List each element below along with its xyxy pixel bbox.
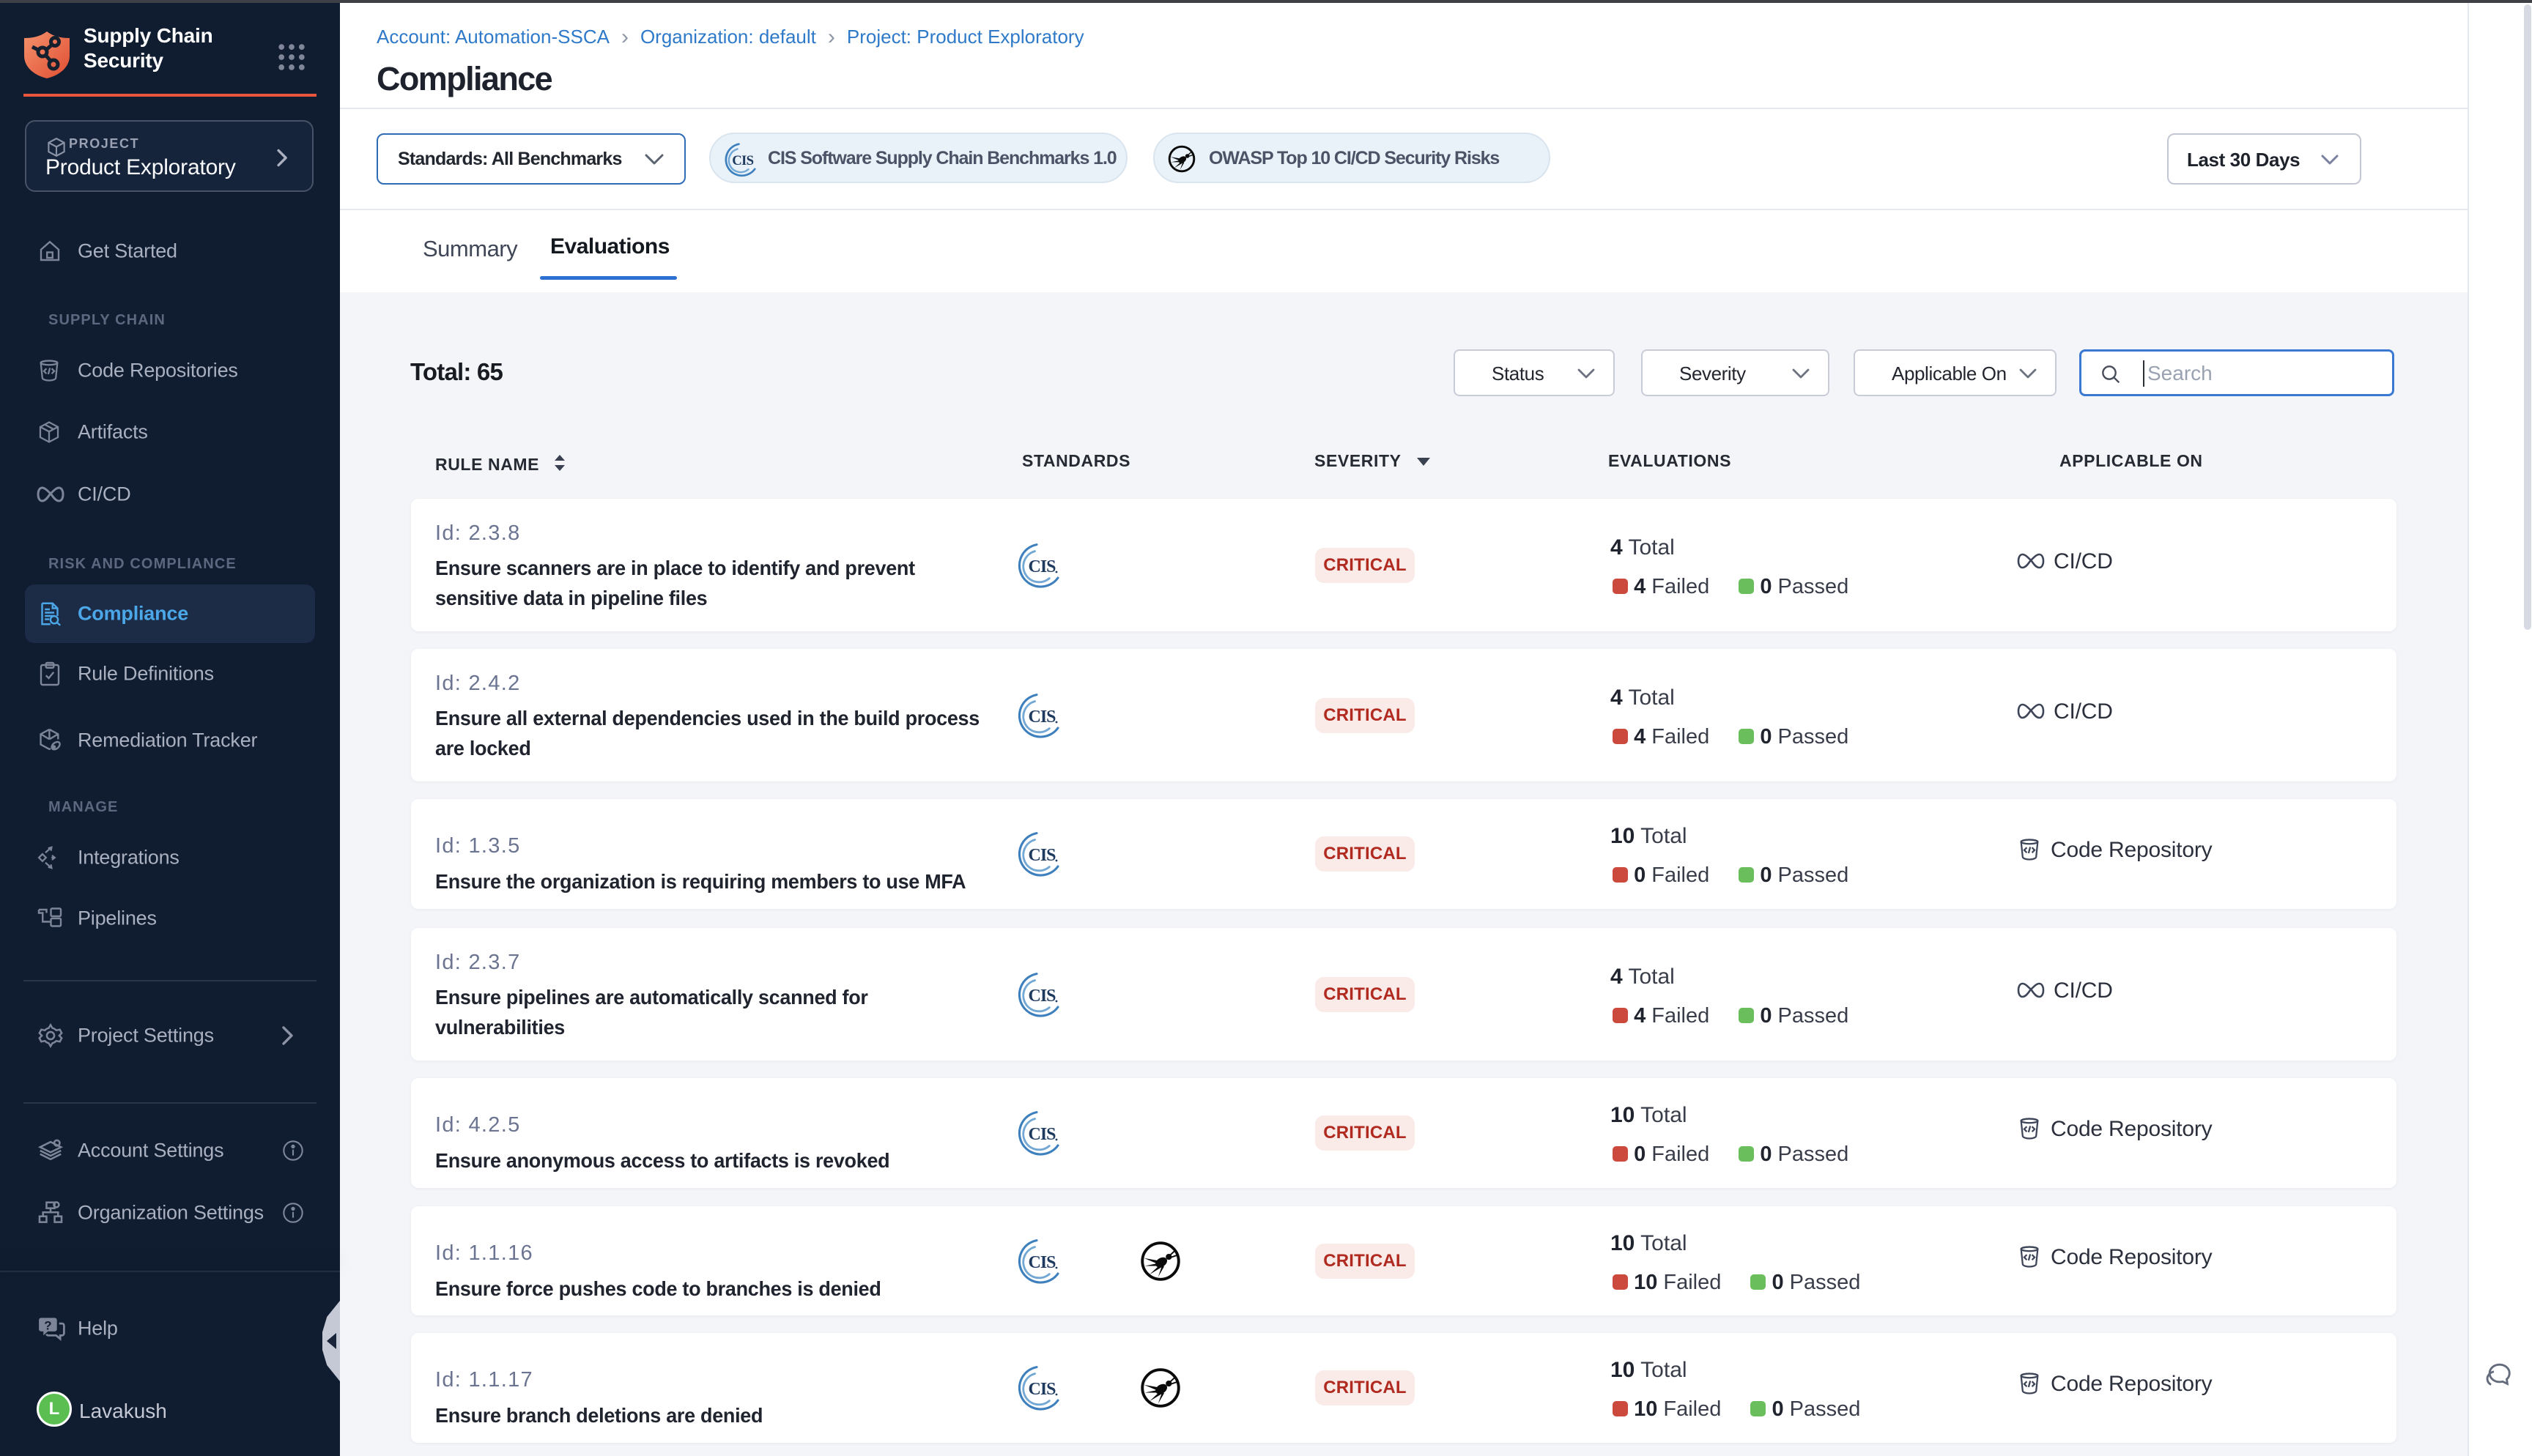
svg-text:CIS: CIS	[1028, 557, 1056, 576]
svg-text:CIS: CIS	[1028, 707, 1056, 727]
svg-text:CIS: CIS	[1028, 1253, 1056, 1272]
svg-text:CIS: CIS	[1028, 1125, 1056, 1144]
svg-text:CIS: CIS	[1028, 987, 1056, 1006]
svg-text:?: ?	[44, 1319, 51, 1333]
svg-text:CIS: CIS	[1028, 1380, 1056, 1399]
svg-text:CIS: CIS	[1028, 846, 1056, 865]
svg-text:CIS: CIS	[732, 153, 753, 168]
